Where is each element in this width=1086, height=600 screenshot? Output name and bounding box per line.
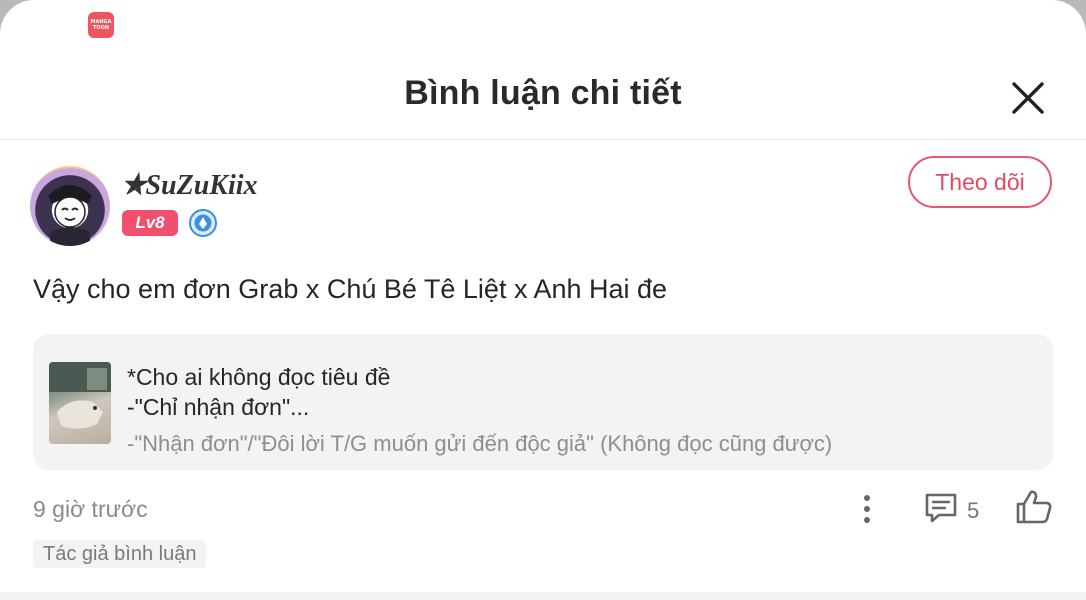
- comment-timestamp: 9 giờ trước: [33, 496, 148, 522]
- quote-subtitle: -"Chỉ nhận đơn"...: [127, 394, 310, 420]
- comment-detail-sheet: MANGA TOON Bình luận chi tiết ✭SuZuKiix …: [0, 0, 1086, 600]
- page-title: Bình luận chi tiết: [404, 74, 682, 112]
- app-logo: MANGA TOON: [88, 12, 114, 38]
- chapter-thumbnail: [49, 362, 111, 444]
- verified-badge-icon: [189, 209, 217, 237]
- close-button[interactable]: [1008, 78, 1048, 118]
- sheet-header: Bình luận chi tiết: [0, 52, 1086, 140]
- close-icon: [1012, 82, 1044, 114]
- follow-button[interactable]: Theo dõi: [908, 156, 1052, 208]
- quote-title: *Cho ai không đọc tiêu đề: [127, 364, 391, 390]
- comment-icon: [925, 493, 957, 523]
- quoted-chapter-card[interactable]: *Cho ai không đọc tiêu đề -"Chỉ nhận đơn…: [33, 334, 1053, 470]
- more-vertical-icon: [864, 495, 870, 523]
- avatar-illustration: [48, 185, 92, 246]
- reply-button[interactable]: 5: [923, 490, 993, 528]
- username[interactable]: ✭SuZuKiix: [122, 168, 258, 202]
- thumbnail-image: [49, 362, 111, 429]
- comment-author-row: ✭SuZuKiix Lv8 Theo dõi: [30, 156, 1056, 248]
- avatar[interactable]: [30, 166, 110, 246]
- app-logo-line2: TOON: [92, 25, 110, 31]
- level-badge: Lv8: [122, 210, 178, 236]
- thumbs-up-icon: [1016, 490, 1052, 524]
- reply-count: 5: [967, 498, 980, 523]
- author-comment-tag: Tác giả bình luận: [33, 540, 207, 568]
- quote-description: -"Nhận đơn"/"Đôi lời T/G muốn gửi đến độ…: [127, 431, 833, 456]
- comment-text: Vậy cho em đơn Grab x Chú Bé Tê Liệt x A…: [33, 274, 668, 304]
- more-options-button[interactable]: [859, 492, 875, 526]
- comment-meta-row: 9 giờ trước 5: [33, 488, 1053, 532]
- section-divider: [0, 592, 1086, 600]
- like-button[interactable]: [1015, 488, 1053, 526]
